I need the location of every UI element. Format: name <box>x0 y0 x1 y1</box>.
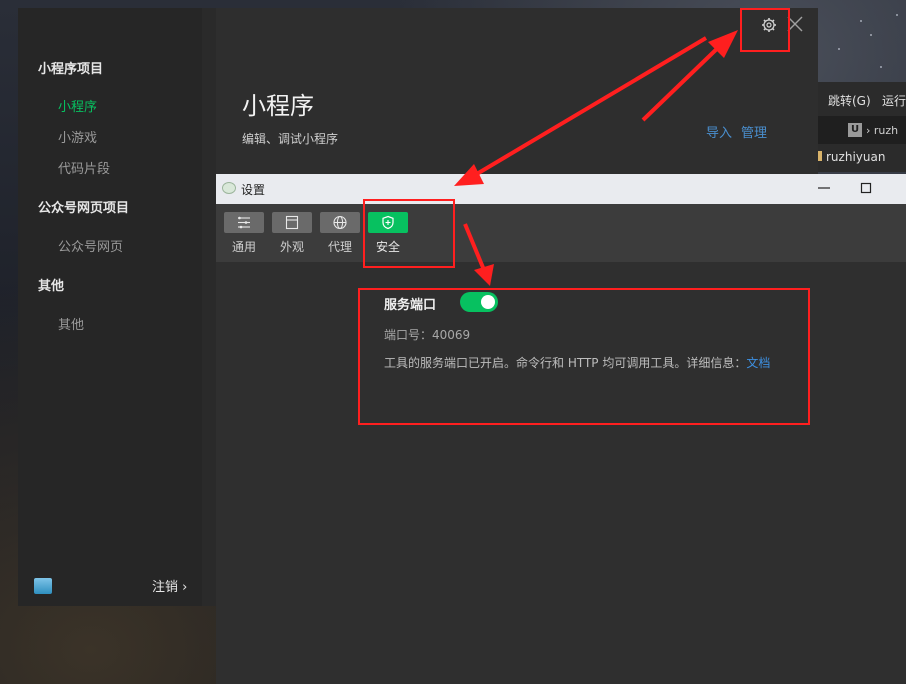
tab-appearance-label: 外观 <box>279 240 304 254</box>
ide-menu-goto[interactable]: 跳转(G) <box>828 92 871 109</box>
annotation-box-security-tab <box>363 199 455 268</box>
dialog-title: 设置 <box>241 183 266 197</box>
tab-general[interactable]: 通用 <box>224 212 264 255</box>
sidebar-item-other[interactable]: 其他 <box>58 314 84 333</box>
manage-link[interactable]: 管理 <box>741 122 767 141</box>
sidebar-group-miniprogram: 小程序项目 <box>38 62 104 77</box>
tab-proxy-label: 代理 <box>327 240 352 254</box>
folder-icon <box>818 151 822 161</box>
settings-tabs: 通用 外观 代理 安全 <box>216 204 906 262</box>
sidebar-group-other: 其他 <box>38 279 65 294</box>
logout-button[interactable]: 注销 › <box>152 576 187 595</box>
ide-breadcrumb[interactable]: › ruzh <box>866 124 898 137</box>
annotation-box-gear <box>740 8 790 52</box>
sidebar-item-code-snippet[interactable]: 代码片段 <box>58 158 110 177</box>
sidebar-item-webpage[interactable]: 公众号网页 <box>58 236 123 255</box>
page-title: 小程序 <box>242 92 314 120</box>
minimize-button[interactable] <box>814 178 834 198</box>
sidebar-divider <box>202 8 216 606</box>
page-subtitle: 编辑、调试小程序 <box>242 132 339 146</box>
ide-folder-name[interactable]: ruzhiyuan <box>818 150 885 164</box>
annotation-box-service-port <box>358 288 810 425</box>
maximize-button[interactable] <box>856 178 876 198</box>
sidebar-group-webpage: 公众号网页项目 <box>38 201 130 216</box>
globe-icon <box>333 215 347 230</box>
app-icon <box>222 182 236 194</box>
settings-dialog: 设置 通用 外观 代理 安全 服务端口 端口号：40069 工具的服务端口已开启… <box>216 174 906 684</box>
ide-project-icon: U <box>848 123 862 137</box>
sidebar: 小程序项目 小程序 小游戏 代码片段 公众号网页项目 公众号网页 其他 其他 注… <box>18 8 202 606</box>
dialog-titlebar[interactable]: 设置 <box>216 174 906 204</box>
avatar[interactable] <box>34 578 52 594</box>
tab-proxy[interactable]: 代理 <box>320 212 360 255</box>
maximize-icon <box>860 182 872 194</box>
tab-appearance[interactable]: 外观 <box>272 212 312 255</box>
list-settings-icon <box>238 216 250 229</box>
sidebar-item-miniprogram[interactable]: 小程序 <box>58 96 97 115</box>
import-link[interactable]: 导入 <box>706 122 732 141</box>
minimize-icon <box>818 187 830 189</box>
window-icon <box>285 215 299 230</box>
sidebar-item-minigame[interactable]: 小游戏 <box>58 127 97 146</box>
ide-menu-run[interactable]: 运行 <box>882 92 906 109</box>
tab-general-label: 通用 <box>231 240 256 254</box>
